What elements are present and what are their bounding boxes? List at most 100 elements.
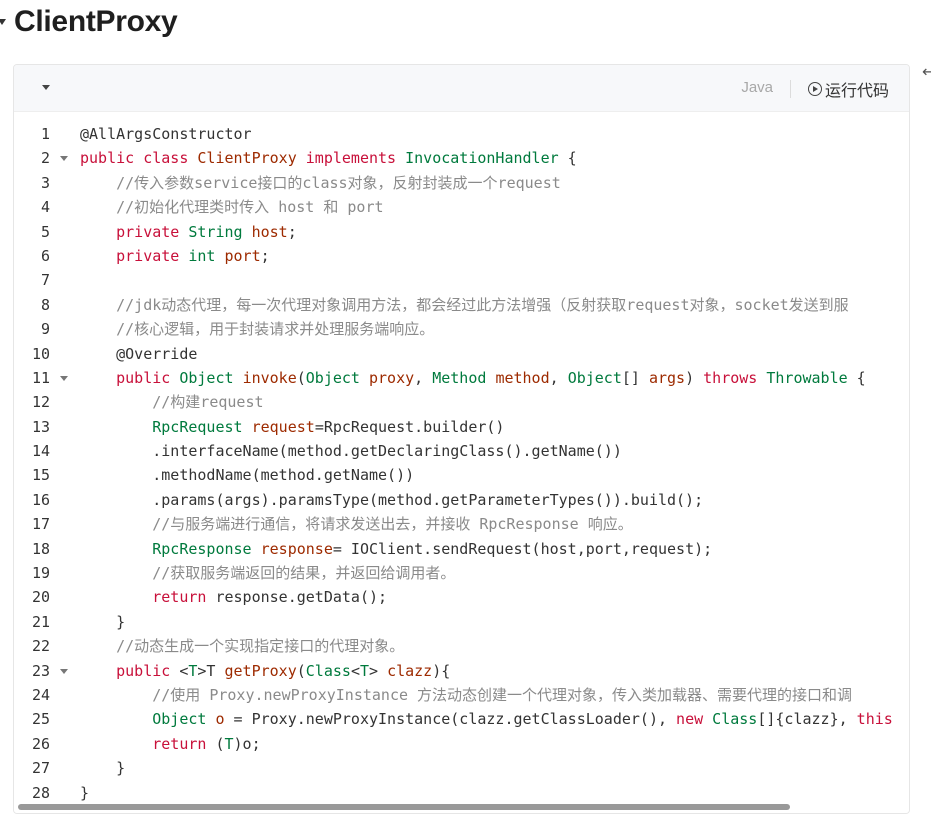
code-line: 15 .methodName(method.getName()): [14, 463, 909, 487]
code-token: .methodName(method.getName()): [80, 466, 415, 485]
code-token: Object: [152, 710, 207, 729]
code-line-content: RpcResponse response= IOClient.sendReque…: [80, 537, 712, 561]
line-number: 4: [40, 198, 50, 217]
code-token: ): [685, 368, 704, 387]
code-token: }: [80, 783, 90, 802]
code-token: T: [224, 734, 234, 753]
line-number: 3: [40, 173, 50, 192]
line-number: 26: [31, 734, 50, 753]
run-code-button[interactable]: 运行代码: [807, 77, 889, 101]
code-line: 3 //传入参数service接口的class对象，反射封装成一个request: [14, 171, 909, 195]
line-number: 22: [31, 637, 50, 656]
code-token: Class: [305, 661, 351, 680]
code-token: ,: [549, 368, 568, 387]
code-line-content: public class ClientProxy implements Invo…: [80, 146, 577, 170]
fold-toggle-icon[interactable]: [60, 375, 68, 381]
line-number: 19: [31, 564, 50, 583]
code-token: =RpcRequest.builder(): [314, 417, 505, 436]
code-line-content: return response.getData();: [80, 585, 387, 609]
fold-toggle-icon[interactable]: [60, 668, 68, 674]
chevron-down-icon[interactable]: [42, 85, 50, 90]
line-number: 21: [31, 612, 50, 631]
code-token: @Override: [116, 344, 198, 363]
code-line-content: public Object invoke(Object proxy, Metho…: [80, 366, 866, 390]
code-token: o: [215, 710, 225, 729]
line-number: 25: [31, 710, 50, 729]
line-number: 2: [40, 149, 50, 168]
arrow-left-icon[interactable]: ←: [922, 62, 931, 81]
code-token: request: [251, 417, 315, 436]
code-line-content: //核心逻辑，用于封装请求并处理服务端响应。: [80, 317, 434, 341]
code-token: return: [152, 588, 207, 607]
code-token: ;: [260, 246, 270, 265]
code-token: String: [188, 222, 243, 241]
run-code-label: 运行代码: [824, 81, 889, 100]
line-number: 23: [31, 661, 50, 680]
code-token: = Proxy.newProxyInstance(clazz.getClassL…: [224, 710, 677, 729]
code-toolbar: Java 运行代码: [14, 65, 909, 112]
code-token: response.getData();: [206, 588, 388, 607]
code-line: 26 return (T)o;: [14, 732, 909, 756]
code-token: this: [856, 710, 893, 729]
line-number: 6: [40, 246, 50, 265]
code-token: private: [116, 222, 180, 241]
code-token: args: [648, 368, 686, 387]
code-editor[interactable]: 1 @AllArgsConstructor 2 public class Client…: [14, 122, 909, 805]
line-number: 14: [31, 442, 50, 461]
code-token: InvocationHandler: [405, 149, 559, 168]
code-token: }: [80, 612, 126, 631]
code-line-content: }: [80, 610, 125, 634]
code-token: private: [116, 246, 180, 265]
line-number: 17: [31, 515, 50, 534]
code-token: .interfaceName(method.getDeclaringClass(…: [80, 442, 622, 461]
code-line: 11 public Object invoke(Object proxy, Me…: [14, 366, 909, 390]
toolbar-divider: [790, 80, 791, 98]
line-number: 11: [31, 368, 50, 387]
line-number: 7: [40, 271, 50, 290]
code-token: port: [224, 246, 261, 265]
code-token: )o;: [233, 734, 261, 753]
code-token: public: [80, 149, 135, 168]
code-line: 9 //核心逻辑，用于封装请求并处理服务端响应。: [14, 317, 909, 341]
code-line-content: return (T)o;: [80, 732, 261, 756]
code-token: <: [170, 661, 189, 680]
code-line-content: .params(args).paramsType(method.getParam…: [80, 488, 703, 512]
code-token: .params(args).paramsType(method.getParam…: [80, 490, 704, 509]
line-number: 12: [31, 393, 50, 412]
code-line-content: }: [80, 756, 125, 780]
code-token: //动态生成一个实现指定接口的代理对象。: [116, 637, 405, 656]
code-line-content: private String host;: [80, 220, 297, 244]
code-line: 14 .interfaceName(method.getDeclaringCla…: [14, 439, 909, 463]
code-token: //初始化代理类时传入 host 和 port: [116, 198, 384, 217]
fold-toggle-icon[interactable]: [60, 156, 68, 162]
code-token: int: [188, 246, 216, 265]
code-token: <: [350, 661, 360, 680]
code-token: response: [260, 539, 333, 558]
code-token: //与服务端进行通信，将请求发送出去，并接收 RpcResponse 响应。: [152, 515, 633, 534]
horizontal-scrollbar[interactable]: [14, 801, 909, 813]
code-token: proxy: [369, 368, 415, 387]
collapse-heading-icon[interactable]: [0, 19, 6, 25]
code-token: host: [251, 222, 288, 241]
code-line-content: //初始化代理类时传入 host 和 port: [80, 195, 384, 219]
code-line: 20 return response.getData();: [14, 585, 909, 609]
code-line-content: .methodName(method.getName()): [80, 463, 414, 487]
code-token: []{clazz},: [757, 710, 857, 729]
code-token: T: [359, 661, 369, 680]
code-token: //获取服务端返回的结果，并返回给调用者。: [152, 564, 456, 583]
code-token: throws: [703, 368, 758, 387]
scrollbar-thumb[interactable]: [18, 804, 790, 810]
